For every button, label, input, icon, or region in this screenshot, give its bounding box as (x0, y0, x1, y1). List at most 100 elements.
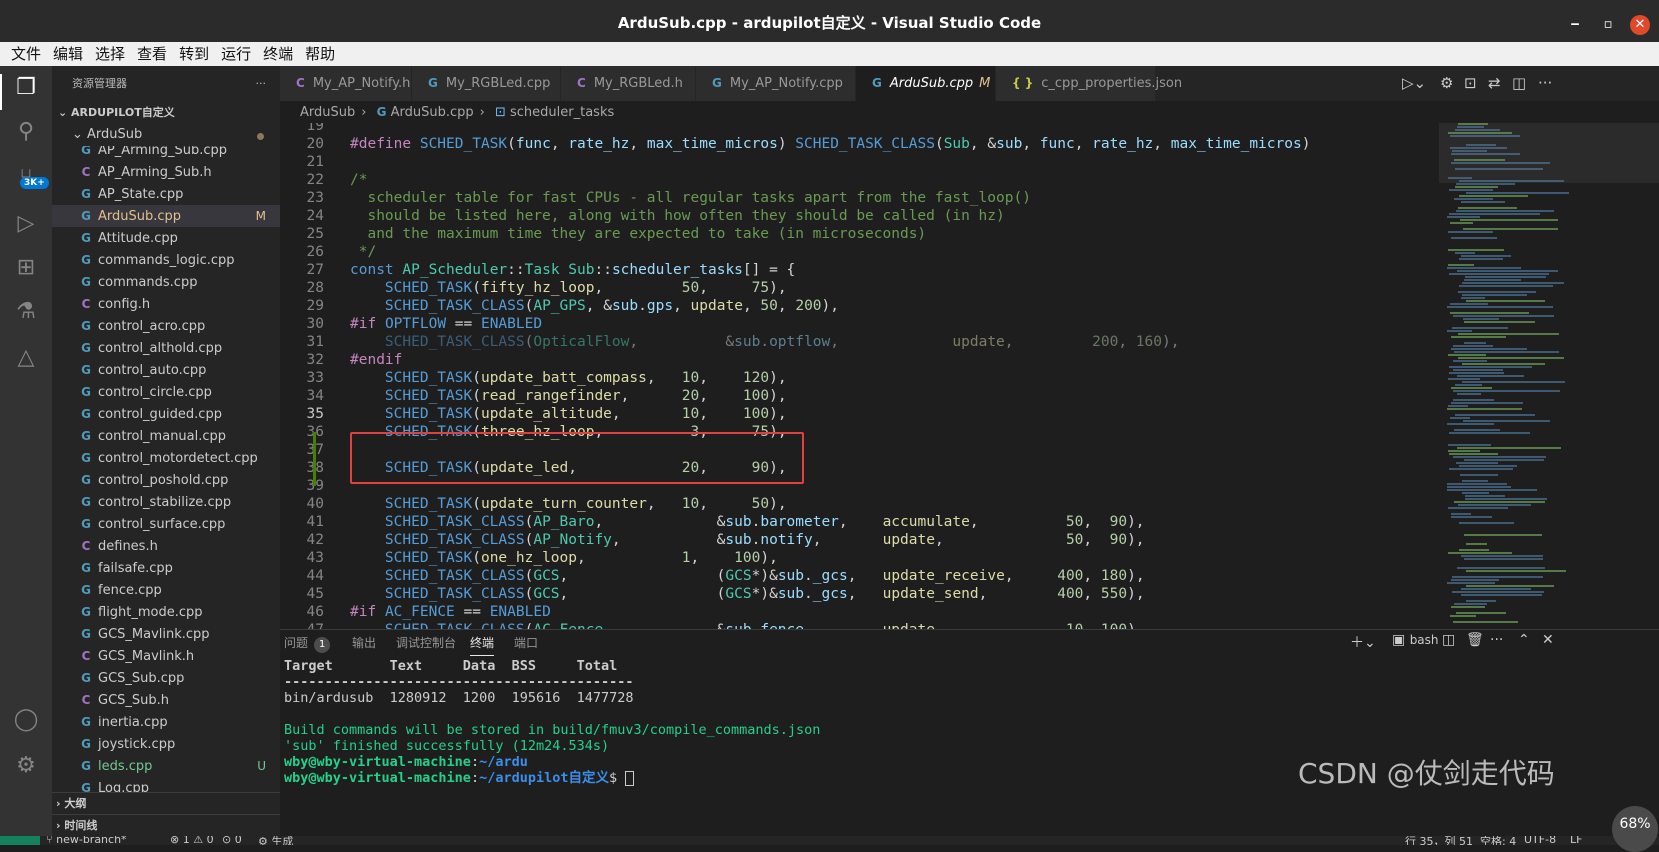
problems-status[interactable]: ⊗ 1 ⚠ 0 (170, 836, 214, 845)
file-item[interactable]: C GCS_Mavlink.h (52, 645, 280, 667)
eol-status[interactable]: LF (1570, 836, 1582, 845)
timeline-section[interactable]: › 时间线 (52, 814, 280, 836)
file-item[interactable]: Gjoystick.cpp (52, 733, 280, 755)
editor-tab[interactable]: G My_RGBLed.cpp (412, 66, 561, 101)
new-terminal-icon[interactable]: ＋⌄ (1350, 632, 1376, 652)
maximize-panel-icon[interactable]: ⌃ (1518, 632, 1530, 648)
more-terminal-icon[interactable]: ··· (1490, 632, 1503, 648)
code-line[interactable]: SCHED_TASK_CLASS(AP_GPS, &sub.gps, updat… (350, 298, 839, 314)
split-terminal-icon[interactable]: ◫ (1442, 632, 1455, 648)
file-item[interactable]: G AP_Arming_Sub.cpp (52, 146, 280, 161)
menu-item[interactable]: 运行 (221, 45, 251, 63)
menu-item[interactable]: 选择 (95, 45, 125, 63)
outline-section[interactable]: › 大纲 (52, 792, 280, 814)
code-line[interactable]: should be listed here, along with how of… (350, 208, 1004, 224)
remote-indicator-icon[interactable] (0, 836, 40, 845)
code-line[interactable]: SCHED_TASK_CLASS(AP_Baro, &sub.barometer… (350, 514, 1145, 530)
file-item[interactable]: Cconfig.h (52, 293, 280, 315)
file-item[interactable]: C GCS_Sub.h (52, 689, 280, 711)
search-icon[interactable]: ⚲ (12, 118, 40, 146)
file-item[interactable]: G Log.cpp (52, 777, 280, 792)
breadcrumb-symbol[interactable]: scheduler_tasks (510, 105, 614, 120)
remote-icon[interactable]: △ (12, 344, 40, 372)
run-icon[interactable]: ▷⌄ (1402, 74, 1426, 92)
file-item[interactable]: Gcontrol_auto.cpp (52, 359, 280, 381)
editor-tab[interactable]: C My_RGBLed.h (561, 66, 696, 101)
split-editor-icon[interactable]: ◫ (1512, 74, 1526, 92)
file-item[interactable]: G Attitude.cpp (52, 227, 280, 249)
compare-icon[interactable]: ⇄ (1488, 74, 1501, 92)
maximize-icon[interactable]: ▫ (1598, 15, 1618, 35)
code-line[interactable]: #if AC_FENCE == ENABLED (350, 604, 551, 620)
code-line[interactable]: #define SCHED_TASK(func, rate_hz, max_ti… (350, 136, 1310, 152)
indent-status[interactable]: 空格: 4 (1480, 836, 1516, 845)
file-item[interactable]: Gcontrol_manual.cpp (52, 425, 280, 447)
minimap[interactable] (1439, 123, 1659, 629)
close-panel-icon[interactable]: ✕ (1542, 632, 1554, 648)
file-item[interactable]: Gcommands_logic.cpp (52, 249, 280, 271)
run-debug-icon[interactable]: ▷ (12, 210, 40, 238)
file-item[interactable]: Gcontrol_althold.cpp (52, 337, 280, 359)
file-item[interactable]: Gcontrol_motordetect.cpp (52, 447, 280, 469)
open-changes-icon[interactable]: ⊡ (1464, 74, 1477, 92)
file-item[interactable]: Gleds.cpp U (52, 755, 280, 777)
build-status[interactable]: ⚙ 生成 (258, 836, 293, 845)
menu-item[interactable]: 文件 (11, 45, 41, 63)
close-window-icon[interactable]: ✕ (1630, 15, 1650, 35)
file-item[interactable]: Ginertia.cpp (52, 711, 280, 733)
panel-tab[interactable]: 端口 (514, 630, 538, 656)
code-line[interactable]: SCHED_TASK_CLASS(AP_Notify, &sub.notify,… (350, 532, 1145, 548)
panel-tab[interactable]: 终端 (470, 630, 495, 656)
code-line[interactable]: #if OPTFLOW == ENABLED (350, 316, 542, 332)
file-item[interactable]: C AP_Arming_Sub.h (52, 161, 280, 183)
testing-icon[interactable]: ⚗ (12, 298, 40, 326)
file-item[interactable]: G AP_State.cpp (52, 183, 280, 205)
code-editor[interactable]: 19 20 #define SCHED_TASK(func, rate_hz, ma… (280, 123, 1439, 629)
minimize-icon[interactable]: ‒ (1565, 15, 1585, 35)
file-item[interactable]: Gcontrol_stabilize.cpp (52, 491, 280, 513)
code-line[interactable]: SCHED_TASK(fifty_hz_loop, 50, 75), (350, 280, 787, 296)
terminal-output[interactable]: Target Text Data BSS Total -------------… (284, 658, 820, 786)
panel-tab[interactable]: 调试控制台 (396, 630, 456, 656)
extensions-icon[interactable]: ⊞ (12, 254, 40, 282)
file-item[interactable]: Gfence.cpp (52, 579, 280, 601)
code-line[interactable]: SCHED_TASK(one_hz_loop, 1, 100), (350, 550, 778, 566)
code-line[interactable]: SCHED_TASK(update_altitude, 10, 100), (350, 406, 787, 422)
code-line[interactable]: const AP_Scheduler::Task Sub::scheduler_… (350, 262, 795, 278)
file-item[interactable]: Gcontrol_circle.cpp (52, 381, 280, 403)
editor-tab[interactable]: GArduSub.cppM✕ (856, 66, 1007, 101)
menu-item[interactable]: 查看 (137, 45, 167, 63)
code-line[interactable]: and the maximum time they are expected t… (350, 226, 926, 242)
code-line[interactable]: SCHED_TASK(read_rangefinder, 20, 100), (350, 388, 787, 404)
file-item[interactable]: Gcontrol_guided.cpp (52, 403, 280, 425)
code-line[interactable]: scheduler table for fast CPUs - all regu… (350, 190, 1030, 206)
workspace-root[interactable]: ⌄ ARDUPILOT自定义 (52, 102, 280, 124)
file-item[interactable]: G ArduSub.cpp M (52, 205, 280, 227)
menu-item[interactable]: 终端 (263, 45, 293, 63)
file-item[interactable]: Gcommands.cpp (52, 271, 280, 293)
file-item[interactable]: G GCS_Sub.cpp (52, 667, 280, 689)
encoding-status[interactable]: UTF-8 (1524, 836, 1556, 845)
kill-terminal-icon[interactable]: 🗑 (1466, 632, 1484, 648)
code-line[interactable]: SCHED_TASK(update_turn_counter, 10, 50), (350, 496, 787, 512)
file-item[interactable]: Gfailsafe.cpp (52, 557, 280, 579)
menu-item[interactable]: 编辑 (53, 45, 83, 63)
explorer-icon[interactable]: ❐ (12, 74, 40, 102)
branch-status[interactable]: ⑂ new-branch* (46, 836, 127, 845)
file-item[interactable]: Cdefines.h (52, 535, 280, 557)
more-editor-actions-icon[interactable]: ··· (1538, 74, 1552, 92)
file-item[interactable]: Gflight_mode.cpp (52, 601, 280, 623)
file-item[interactable]: Gcontrol_surface.cpp (52, 513, 280, 535)
code-line[interactable]: #endif (350, 352, 402, 368)
editor-tab[interactable]: { } c_cpp_properties.json (996, 66, 1182, 101)
file-item[interactable]: Gcontrol_poshold.cpp (52, 469, 280, 491)
panel-tab[interactable]: 问题 1 (284, 630, 331, 656)
more-actions-icon[interactable]: ··· (256, 66, 267, 102)
code-line[interactable]: /* (350, 172, 367, 188)
terminal-shell-icon[interactable]: ▣ bash (1392, 632, 1439, 648)
code-line[interactable]: SCHED_TASK_CLASS(GCS, (GCS*)&sub._gcs, u… (350, 568, 1145, 584)
breadcrumb-folder[interactable]: ArduSub (300, 105, 355, 120)
account-icon[interactable]: ◯ (12, 706, 40, 734)
menu-item[interactable]: 转到 (179, 45, 209, 63)
file-item[interactable]: Gcontrol_acro.cpp (52, 315, 280, 337)
